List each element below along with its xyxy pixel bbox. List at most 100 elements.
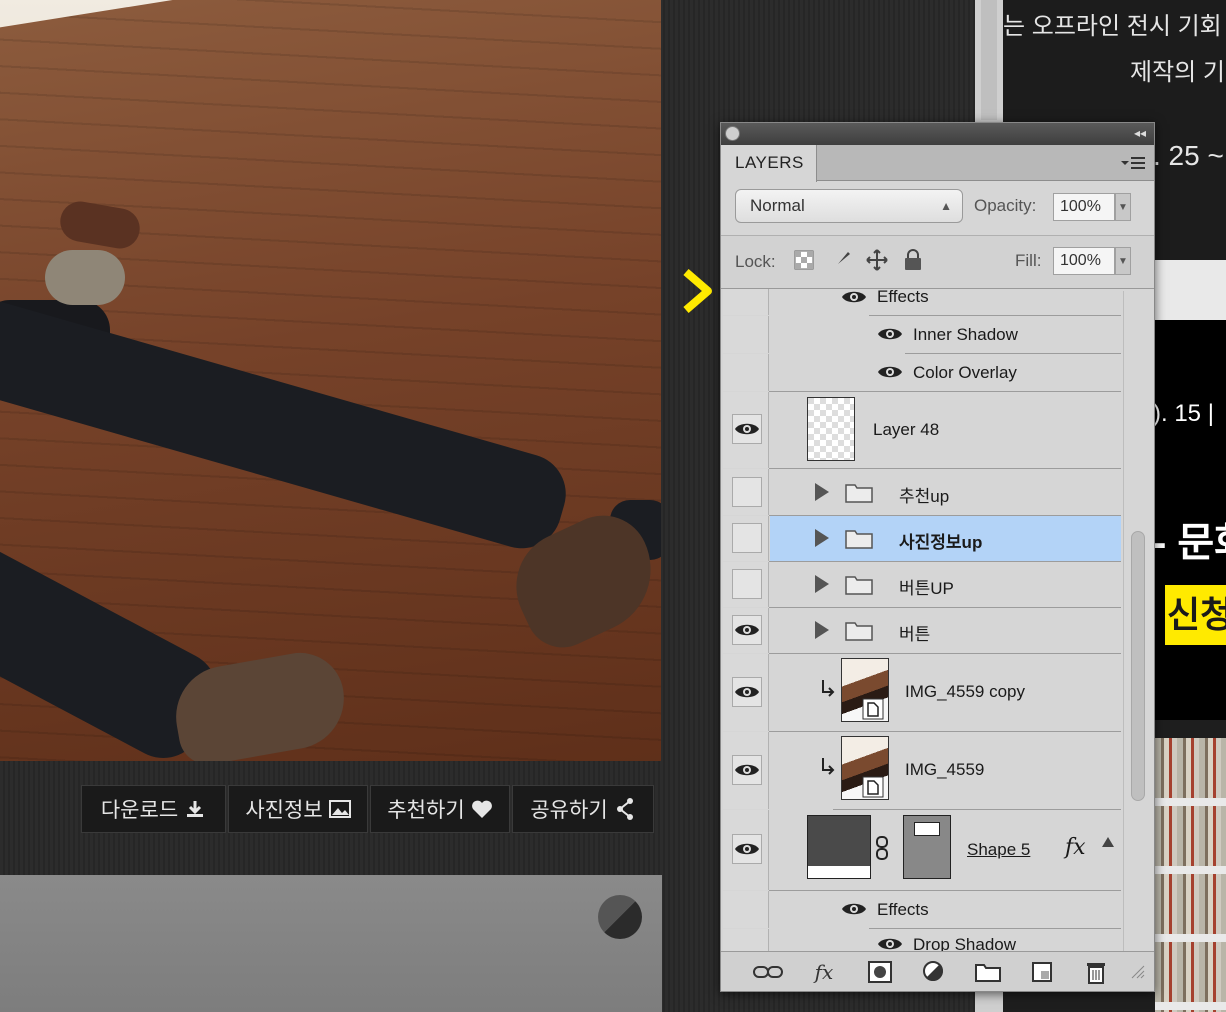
share-button[interactable]: 공유하기 [512,785,654,833]
layer-list-scrollbar[interactable] [1123,291,1153,951]
select-arrows-icon: ▲ [940,199,952,213]
opacity-slider-icon[interactable]: ▼ [1115,193,1131,221]
layer-row-group[interactable]: 추천up [723,469,1121,516]
layer-row-drop-shadow[interactable]: Drop Shadow [723,929,1121,951]
expand-triangle-icon[interactable] [815,621,829,639]
resize-grip-icon[interactable] [1123,958,1153,986]
visibility-toggle[interactable] [732,569,762,599]
eye-icon[interactable] [877,936,903,951]
clipping-arrow-icon [822,758,835,775]
layer-row-layer-48[interactable]: Layer 48 [723,392,1121,469]
share-icon [614,798,636,820]
trash-icon[interactable] [1081,958,1111,986]
expand-triangle-icon[interactable] [815,483,829,501]
layer-thumbnail [807,397,855,461]
layer-row-effects[interactable]: Effects [723,289,1121,316]
fill-field[interactable]: 100% [1053,247,1115,275]
mask-icon[interactable] [865,958,895,986]
visibility-toggle[interactable] [732,477,762,507]
layer-row-color-overlay[interactable]: Color Overlay [723,354,1121,392]
vector-mask-thumbnail [903,815,951,879]
folder-icon[interactable] [973,958,1003,986]
expand-triangle-icon[interactable] [815,575,829,593]
layer-list: Effects Inner Shadow Color Overlay Layer… [723,289,1121,951]
page-scrollbar-thumb[interactable] [981,0,997,120]
layer-name: Color Overlay [913,363,1017,382]
collapse-effects-icon[interactable] [1101,836,1115,848]
layer-name: Effects [877,289,929,306]
panel-titlebar[interactable]: ◂◂ [721,123,1154,145]
gray-content-panel [0,875,662,1012]
visibility-toggle[interactable] [732,755,762,785]
new-layer-icon[interactable] [1027,958,1057,986]
fx-badge-icon[interactable]: fx [1065,835,1086,860]
chain-link-icon[interactable] [875,836,889,860]
layer-row-group[interactable]: 버튼 [723,608,1121,654]
eye-icon [735,686,759,698]
layer-row-inner-shadow[interactable]: Inner Shadow [723,316,1121,354]
layer-row-group[interactable]: 버튼UP [723,562,1121,608]
eye-icon[interactable] [841,901,867,917]
visibility-column [723,316,769,353]
layers-panel: ◂◂ LAYERS Normal ▲ Opacity: 100% ▼ Lock: [720,122,1155,992]
visibility-toggle[interactable] [732,414,762,444]
lock-transparent-icon[interactable] [793,249,815,271]
opacity-field[interactable]: 100% [1053,193,1115,221]
photo-info-label: 사진정보 [245,799,323,822]
download-icon [184,798,206,820]
download-button[interactable]: 다운로드 [81,785,226,833]
eye-icon[interactable] [877,326,903,342]
fill-slider-icon[interactable]: ▼ [1115,247,1131,275]
eye-icon [735,423,759,435]
close-icon[interactable] [725,126,740,141]
chevron-right-icon[interactable] [680,268,714,314]
blend-mode-select[interactable]: Normal ▲ [735,189,963,223]
eye-icon [735,843,759,855]
recommend-button[interactable]: 추천하기 [370,785,510,833]
theme-toggle-icon[interactable] [598,895,642,939]
scrollbar-thumb[interactable] [1131,531,1145,801]
page-text-line: . 25 ~ [1153,140,1224,171]
panel-tab-row: LAYERS [721,145,1154,182]
recommend-label: 추천하기 [387,799,465,822]
panel-menu-icon[interactable] [1120,155,1146,171]
bookshelf-image [1155,738,1226,1012]
layer-row-smart-object[interactable]: IMG_4559 copy [723,654,1121,732]
layer-row-effects[interactable]: Effects [723,891,1121,929]
folder-icon [845,530,873,549]
heart-icon [471,798,493,820]
visibility-toggle[interactable] [732,615,762,645]
layer-name: Shape 5 [967,840,1031,859]
lock-position-icon[interactable] [866,249,888,271]
visibility-toggle[interactable] [732,834,762,864]
layer-row-shape[interactable]: Shape 5 fx [723,810,1121,891]
apply-button[interactable]: 신청 [1165,585,1226,645]
fx-icon[interactable]: fx [809,958,839,986]
layer-name: Drop Shadow [913,935,1017,951]
visibility-column [723,354,769,391]
tab-layers[interactable]: LAYERS [721,145,817,182]
lock-all-icon[interactable] [902,249,924,271]
photo-info-button[interactable]: 사진정보 [228,785,368,833]
download-label: 다운로드 [100,799,179,822]
expand-triangle-icon[interactable] [815,529,829,547]
page-date: ). 15 | [1153,400,1214,427]
eye-icon[interactable] [877,364,903,380]
lock-pixels-icon[interactable] [831,249,853,271]
collapse-icon[interactable]: ◂◂ [1134,126,1146,140]
page-headline: - 문화 [1153,521,1226,565]
photo-viewer [0,0,661,761]
visibility-column [723,929,769,951]
workspace-canvas: 다운로드 사진정보 추천하기 공유하기 는 오프라인 전시 기회 제작의 기 .… [0,0,1226,1012]
layer-row-group-selected[interactable]: 사진정보up [723,516,1121,562]
layer-row-smart-object[interactable]: IMG_4559 [723,732,1121,810]
layer-name: IMG_4559 [905,760,985,779]
adjustment-icon[interactable] [919,958,949,986]
link-icon[interactable] [753,958,783,986]
eye-icon[interactable] [841,289,867,305]
visibility-toggle[interactable] [732,677,762,707]
layer-name: Layer 48 [873,420,940,439]
smart-object-icon [862,698,884,720]
visibility-toggle[interactable] [732,523,762,553]
share-label: 공유하기 [530,799,608,822]
